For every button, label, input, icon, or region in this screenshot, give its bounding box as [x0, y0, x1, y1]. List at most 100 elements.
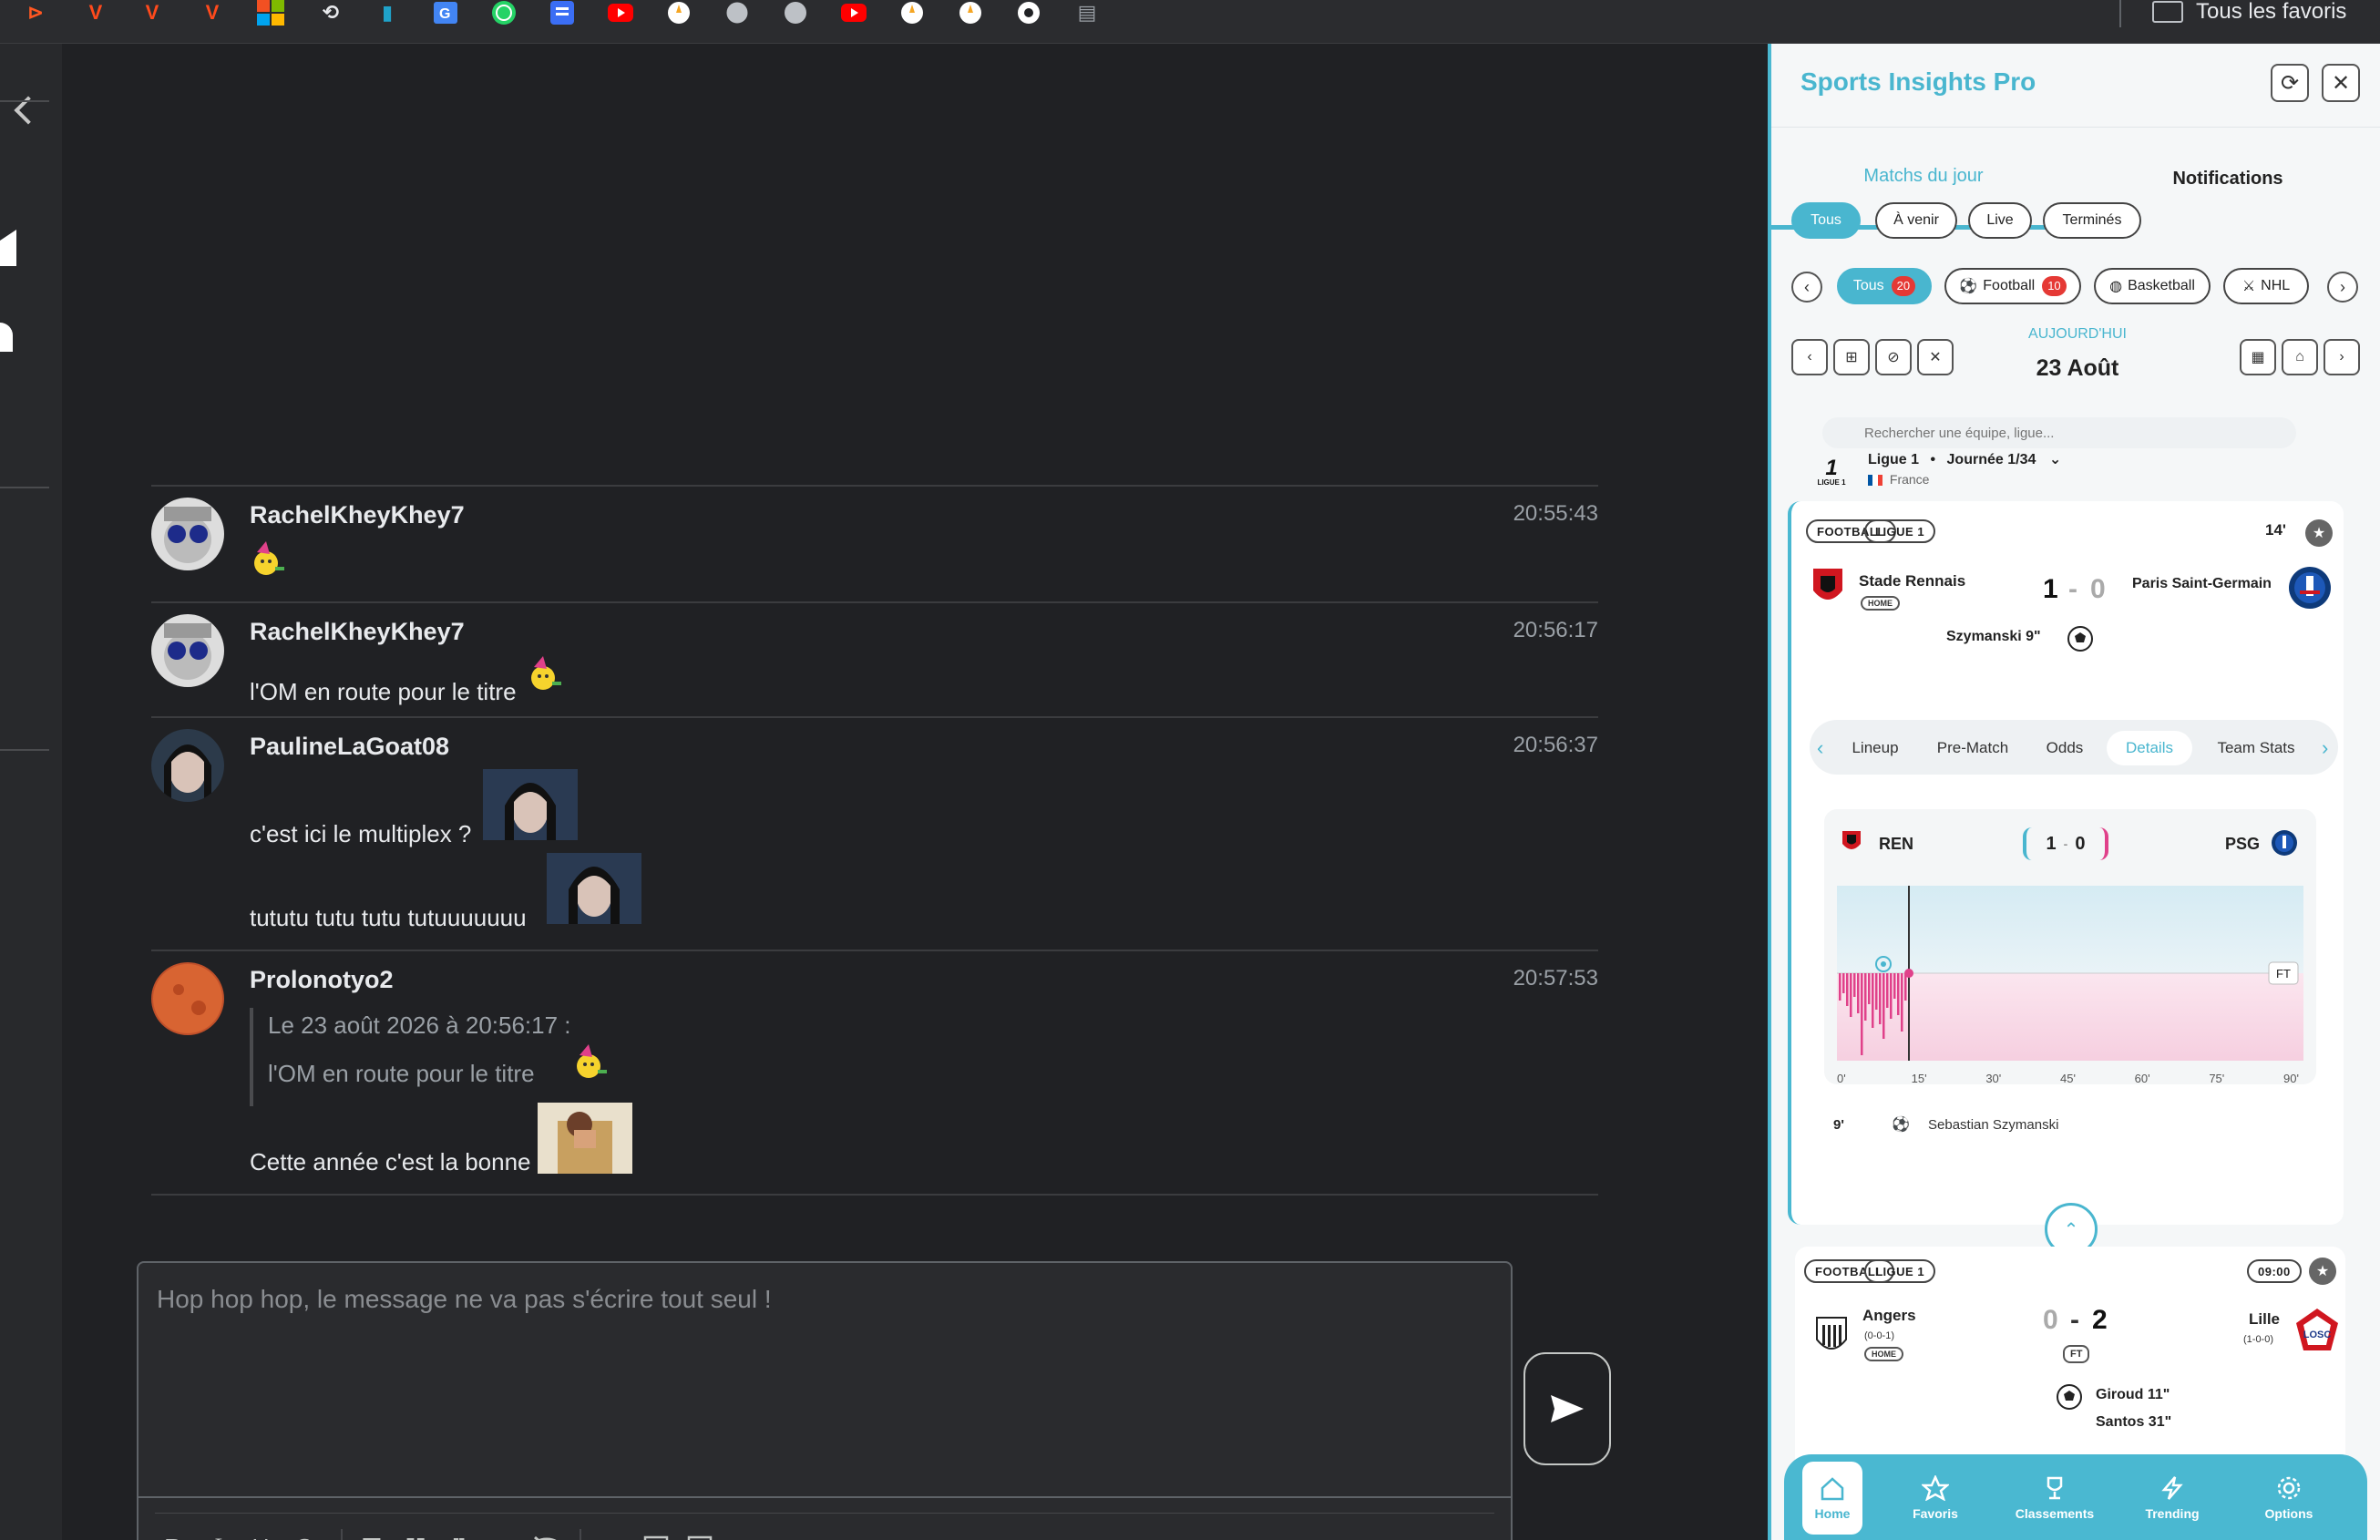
home-score: 1 [2043, 574, 2058, 604]
sticker-image[interactable] [547, 853, 641, 924]
avatar[interactable] [151, 962, 224, 1035]
message-text: l'OM en route pour le titre [250, 678, 517, 705]
nav-options[interactable]: Options [2243, 1462, 2334, 1535]
sticker-image[interactable] [538, 1103, 632, 1174]
scroll-right-button[interactable]: › [2327, 272, 2358, 303]
chevron-right-icon[interactable]: › [2322, 736, 2328, 760]
subtab-lineup[interactable]: Lineup [1839, 731, 1912, 765]
filter-termines[interactable]: Terminés [2043, 202, 2141, 239]
league-title[interactable]: Ligue 1 • Journée 1/34 ⌄ [1868, 450, 2061, 468]
filter-a-venir[interactable]: À venir [1875, 202, 1957, 239]
momentum-away-score: 0 [2075, 833, 2086, 854]
rail-icon[interactable] [0, 230, 16, 266]
italic-icon[interactable]: I [199, 1527, 235, 1540]
rail-icon[interactable] [0, 323, 13, 352]
underline-icon[interactable]: U [242, 1527, 279, 1540]
all-favorites-label[interactable]: Tous les favoris [2196, 0, 2346, 24]
hide-button[interactable]: ⊘ [1875, 339, 1912, 375]
favorite-star-icon[interactable]: ★ [2305, 519, 2333, 547]
toolbar-separator [580, 1529, 581, 1540]
refresh-button[interactable]: ⟳ [2271, 64, 2309, 102]
filter-tous[interactable]: Tous [1791, 202, 1861, 239]
favorite-star-icon[interactable]: ★ [2309, 1258, 2336, 1285]
next-day-button[interactable]: › [2324, 339, 2360, 375]
bookmark-translate-icon[interactable]: G [430, 0, 461, 26]
quote-icon[interactable]: ❞ [441, 1527, 477, 1540]
bookmark-football-icon[interactable] [1013, 0, 1044, 26]
lightning-icon [2161, 1476, 2183, 1500]
score-separator: - [2070, 1305, 2079, 1335]
filter-live[interactable]: Live [1968, 202, 2032, 239]
subtab-odds[interactable]: Odds [2036, 731, 2094, 765]
scroll-left-button[interactable]: ‹ [1791, 272, 1822, 303]
strikethrough-icon[interactable]: S [286, 1527, 323, 1540]
clear-button[interactable]: ✕ [1917, 339, 1954, 375]
nav-favoris[interactable]: Favoris [1890, 1462, 1981, 1535]
username[interactable]: PaulineLaGoat08 [250, 733, 449, 761]
bookmark-compass-icon[interactable] [663, 0, 694, 26]
spoiler-icon[interactable] [528, 1527, 565, 1540]
bookmark-jv-icon[interactable]: V [197, 0, 228, 26]
emoji-icon[interactable]: ☺ [594, 1527, 631, 1540]
avatar[interactable] [151, 729, 224, 802]
sport-filter-football[interactable]: ⚽ Football 10 [1944, 268, 2081, 304]
folder-icon[interactable] [2152, 1, 2183, 23]
notifications-button[interactable]: ⌂ [2282, 339, 2318, 375]
code-icon[interactable]: ‹› [485, 1527, 521, 1540]
bold-icon[interactable]: B [155, 1527, 191, 1540]
bookmark-compass-icon[interactable] [897, 0, 928, 26]
bookmark-microsoft-icon[interactable] [255, 0, 286, 26]
bookmark-youtube-icon[interactable] [838, 0, 869, 26]
bookmark-globe-icon[interactable] [780, 0, 811, 26]
message-time: 20:56:37 [1513, 733, 1598, 757]
bookmark-whatsapp-icon[interactable] [488, 0, 519, 26]
bookmark-jv-icon[interactable]: V [137, 0, 168, 26]
sticker-image[interactable] [483, 769, 578, 840]
message-time: 20:57:53 [1513, 966, 1598, 991]
bookmark-history-icon[interactable]: ⟲ [315, 0, 346, 26]
close-icon: ✕ [1929, 350, 1942, 365]
sport-filter-nhl[interactable]: ⚔ NHL [2223, 268, 2309, 304]
momentum-bar [1872, 973, 1874, 1028]
bookmark-site-icon[interactable] [547, 0, 578, 26]
send-button[interactable] [1523, 1352, 1611, 1465]
calendar-button[interactable]: ▦ [2240, 339, 2276, 375]
username[interactable]: RachelKheyKhey7 [250, 501, 465, 529]
bookmark-globe-icon[interactable] [722, 0, 753, 26]
nav-trending[interactable]: Trending [2127, 1462, 2218, 1535]
chevron-left-icon[interactable]: ‹ [1817, 736, 1823, 760]
message-input[interactable] [138, 1263, 1511, 1498]
video-icon[interactable] [682, 1527, 718, 1540]
username[interactable]: RachelKheyKhey7 [250, 618, 465, 646]
sport-filter-basketball[interactable]: ◍ Basketball [2094, 268, 2211, 304]
previous-day-button[interactable]: ‹ [1791, 339, 1828, 375]
momentum-bar [1904, 973, 1907, 1001]
avatar[interactable] [151, 498, 224, 570]
league-tag: LIGUE 1 [1864, 519, 1936, 543]
close-button[interactable]: ✕ [2322, 64, 2360, 102]
bullet-list-icon[interactable]: ☰ [354, 1527, 390, 1540]
subtab-pre-match[interactable]: Pre-Match [1923, 731, 2023, 765]
image-icon[interactable] [638, 1527, 674, 1540]
league-name: Ligue 1 [1868, 452, 1920, 467]
nav-home[interactable]: Home [1802, 1462, 1862, 1535]
match-card[interactable]: FOOTBALL LIGUE 1 14' ★ Stade Rennais HOM… [1788, 501, 2344, 1256]
bookmark-app-icon[interactable]: ⊳ [20, 0, 51, 26]
nav-classements[interactable]: Classements [1995, 1462, 2114, 1535]
bookmark-compass-icon[interactable] [955, 0, 986, 26]
username[interactable]: Prolonotyo2 [250, 966, 394, 994]
avatar[interactable] [151, 614, 224, 687]
subtab-details[interactable]: Details [2107, 731, 2192, 765]
sport-filter-tous[interactable]: Tous 20 [1837, 268, 1932, 304]
chevron-down-icon[interactable]: ⌄ [2049, 452, 2061, 467]
bookmark-site-icon[interactable]: ▤ [1072, 0, 1103, 26]
numbered-list-icon[interactable]: ☷ [397, 1527, 434, 1540]
subtab-team-stats[interactable]: Team Stats [2203, 731, 2309, 765]
grid-view-button[interactable]: ⊞ [1833, 339, 1870, 375]
momentum-bar [1868, 973, 1871, 1004]
message-time: 20:55:43 [1513, 501, 1598, 526]
search-input[interactable] [1822, 417, 2296, 448]
bookmark-youtube-icon[interactable] [605, 0, 636, 26]
bookmark-site-icon[interactable]: ▮ [372, 0, 403, 26]
bookmark-jv-icon[interactable]: V [80, 0, 111, 26]
